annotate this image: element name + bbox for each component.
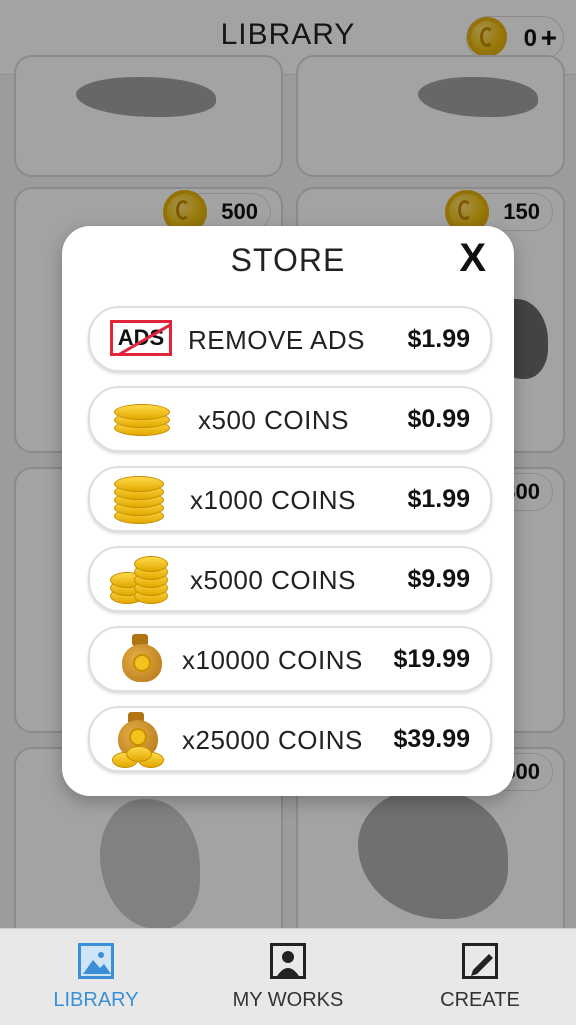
coins-tall-stack-icon xyxy=(112,474,172,524)
store-item-label: x500 COINS xyxy=(198,405,349,435)
store-item-label: x5000 COINS xyxy=(190,565,356,595)
nav-label: MY WORKS xyxy=(232,989,344,1011)
user-portrait-icon xyxy=(270,943,306,979)
store-item-price: $39.99 xyxy=(393,725,470,753)
nav-library[interactable]: LIBRARY xyxy=(0,929,192,1025)
pencil-square-icon xyxy=(462,943,498,979)
nav-label: LIBRARY xyxy=(53,989,139,1011)
store-item-1000-coins[interactable]: x1000 COINS $1.99 xyxy=(88,466,492,532)
store-item-10000-coins[interactable]: x10000 COINS $19.99 xyxy=(88,626,492,692)
store-item-500-coins[interactable]: x500 COINS $0.99 xyxy=(88,386,492,452)
store-item-price: $1.99 xyxy=(407,325,470,353)
remove-ads-icon: ADS xyxy=(110,320,172,356)
store-item-price: $19.99 xyxy=(393,645,470,673)
store-item-label: x25000 COINS xyxy=(182,725,363,755)
close-button[interactable]: X xyxy=(459,236,486,281)
store-item-25000-coins[interactable]: x25000 COINS $39.99 xyxy=(88,706,492,772)
store-dialog: STORE X ADS REMOVE ADS $1.99 x500 COINS … xyxy=(62,226,514,796)
store-item-label: REMOVE ADS xyxy=(188,325,365,355)
coins-pile-icon xyxy=(110,552,172,606)
store-item-5000-coins[interactable]: x5000 COINS $9.99 xyxy=(88,546,492,612)
store-item-price: $0.99 xyxy=(407,405,470,433)
store-item-price: $9.99 xyxy=(407,565,470,593)
store-title: STORE xyxy=(230,242,346,278)
nav-create[interactable]: CREATE xyxy=(384,929,576,1025)
bottom-navigation: LIBRARY MY WORKS CREATE xyxy=(0,928,576,1025)
store-item-price: $1.99 xyxy=(407,485,470,513)
coins-small-stack-icon xyxy=(112,402,172,436)
store-item-label: x10000 COINS xyxy=(182,645,363,675)
image-icon xyxy=(78,943,114,979)
nav-my-works[interactable]: MY WORKS xyxy=(192,929,384,1025)
store-item-remove-ads[interactable]: ADS REMOVE ADS $1.99 xyxy=(88,306,492,372)
money-bag-icon xyxy=(118,632,166,686)
nav-label: CREATE xyxy=(440,989,520,1011)
store-item-label: x1000 COINS xyxy=(190,485,356,515)
money-bag-coins-icon xyxy=(112,712,172,768)
